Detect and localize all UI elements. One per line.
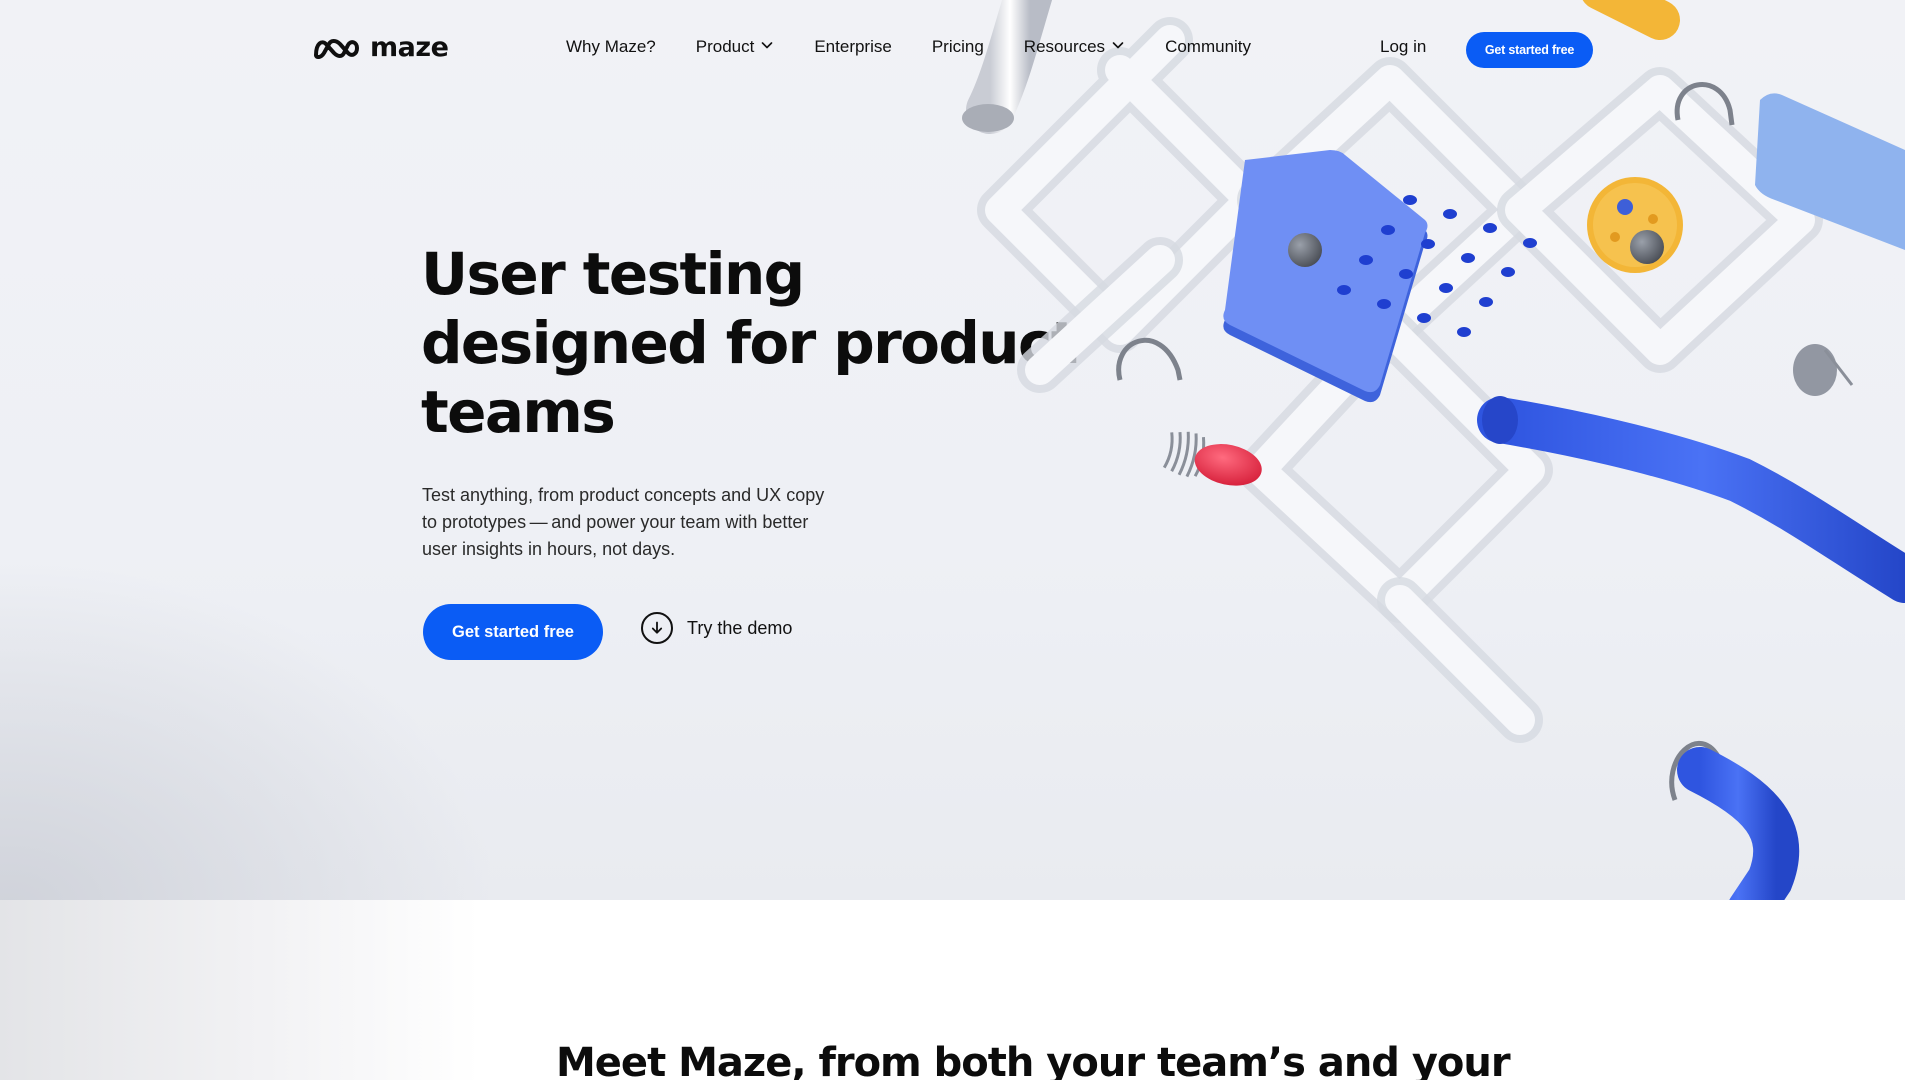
logo-wordmark: maze xyxy=(370,32,449,63)
hero-shadow-gradient xyxy=(0,560,500,900)
nav-item-label: Community xyxy=(1165,37,1252,56)
hero-section: maze Why Maze? Product Enterprise Pricin… xyxy=(0,0,1905,900)
nav-item-resources[interactable]: Resources xyxy=(1024,37,1125,57)
login-link[interactable]: Log in xyxy=(1380,37,1426,57)
nav-item-why-maze[interactable]: Why Maze? xyxy=(566,37,656,57)
try-demo-button[interactable]: Try the demo xyxy=(641,612,792,644)
section-heading: Meet Maze, from both your team’s and you… xyxy=(556,1040,1511,1080)
nav-item-product[interactable]: Product xyxy=(696,37,775,57)
top-navigation: maze Why Maze? Product Enterprise Pricin… xyxy=(0,0,1905,100)
chevron-down-icon xyxy=(1111,37,1125,57)
hero-subtext: Test anything, from product concepts and… xyxy=(422,485,825,559)
nav-item-enterprise[interactable]: Enterprise xyxy=(814,37,891,57)
get-started-nav-button[interactable]: Get started free xyxy=(1466,32,1593,68)
maze-logo[interactable]: maze xyxy=(312,32,449,63)
chevron-down-icon xyxy=(760,37,774,57)
nav-item-label: Product xyxy=(695,37,755,56)
try-demo-label: Try the demo xyxy=(687,617,793,638)
maze-illustration-graphic xyxy=(962,0,1905,900)
get-started-button[interactable]: Get started free xyxy=(423,604,603,660)
intro-section: Meet Maze, from both your team’s and you… xyxy=(0,900,1905,1080)
maze-logo-icon xyxy=(312,35,360,61)
nav-item-community[interactable]: Community xyxy=(1165,37,1251,57)
maze-illustration xyxy=(960,0,1905,900)
nav-item-pricing[interactable]: Pricing xyxy=(932,37,984,57)
nav-item-label: Enterprise xyxy=(814,37,892,56)
section-fade-gradient xyxy=(0,900,480,1080)
nav-item-label: Resources xyxy=(1023,37,1106,56)
nav-links: Why Maze? Product Enterprise Pricing Res… xyxy=(566,37,1291,57)
nav-item-label: Pricing xyxy=(931,37,984,56)
nav-item-label: Why Maze? xyxy=(566,37,656,56)
arrow-down-circle-icon xyxy=(641,612,673,644)
